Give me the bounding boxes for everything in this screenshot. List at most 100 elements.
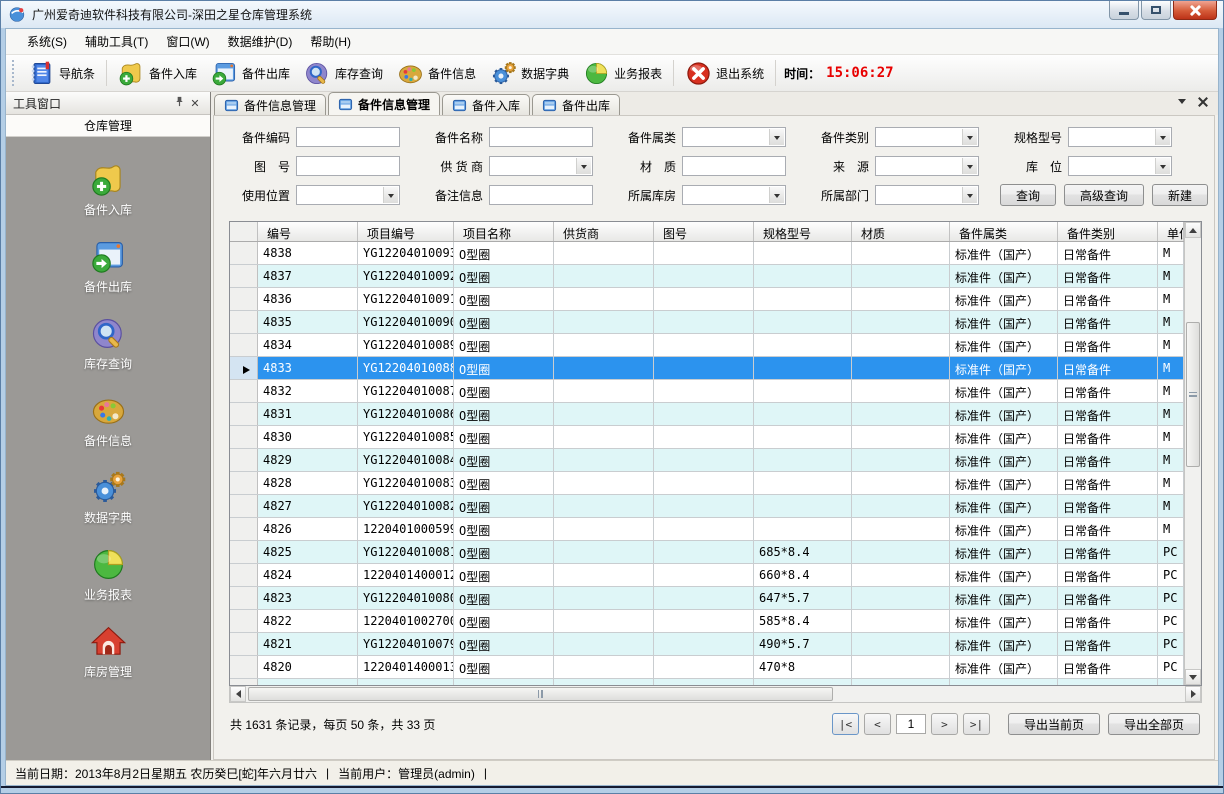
scroll-up-icon[interactable] — [1185, 222, 1201, 238]
search-select[interactable] — [682, 185, 786, 205]
advanced-query-button[interactable]: 高级查询 — [1064, 184, 1144, 206]
grid-header[interactable]: 编号项目编号项目名称供货商图号规格型号材质备件属类备件类别单位 — [230, 222, 1184, 242]
chevron-down-icon[interactable] — [962, 129, 977, 145]
chevron-down-icon[interactable] — [962, 158, 977, 174]
chevron-down-icon[interactable] — [1155, 158, 1170, 174]
menu-item[interactable]: 数据维护(D) — [219, 29, 302, 54]
column-header[interactable]: 备件类别 — [1058, 222, 1158, 241]
column-header[interactable]: 图号 — [654, 222, 754, 241]
export-current-page-button[interactable]: 导出当前页 — [1008, 713, 1100, 735]
next-page-button[interactable]: > — [931, 713, 958, 735]
column-header[interactable]: 项目编号 — [358, 222, 454, 241]
table-row[interactable]: 4825YG12204010081O型圈685*8.4标准件（国产）日常备件PC — [230, 541, 1184, 564]
toolbar-grip[interactable] — [12, 60, 16, 86]
table-row[interactable]: 48221220401002700O型圈585*8.4标准件（国产）日常备件PC — [230, 610, 1184, 633]
search-select[interactable] — [875, 127, 979, 147]
horizontal-scrollbar-thumb[interactable] — [248, 687, 833, 701]
chevron-down-icon[interactable] — [1155, 129, 1170, 145]
search-select[interactable] — [1068, 127, 1172, 147]
scroll-down-icon[interactable] — [1185, 669, 1201, 685]
tab-list-dropdown-icon[interactable] — [1178, 99, 1186, 108]
search-select[interactable] — [296, 185, 400, 205]
table-row[interactable]: 4830YG12204010085O型圈标准件（国产）日常备件M — [230, 426, 1184, 449]
table-row[interactable]: 4829YG12204010084O型圈标准件（国产）日常备件M — [230, 449, 1184, 472]
toolbar-button-parts-out[interactable]: 备件出库 — [204, 57, 297, 90]
vertical-scrollbar-thumb[interactable] — [1186, 322, 1200, 467]
sidebar-item-stock-query[interactable]: 库存查询 — [6, 305, 210, 382]
horizontal-scrollbar[interactable] — [229, 686, 1202, 703]
search-select[interactable] — [875, 185, 979, 205]
column-header[interactable]: 材质 — [852, 222, 950, 241]
menu-item[interactable]: 窗口(W) — [157, 29, 218, 54]
close-button[interactable] — [1173, 1, 1217, 20]
table-row[interactable]: 48201220401400013O型圈470*8标准件（国产）日常备件PC — [230, 656, 1184, 679]
chevron-down-icon[interactable] — [769, 129, 784, 145]
tab-备件出库[interactable]: 备件出库 — [532, 94, 620, 115]
menu-item[interactable]: 帮助(H) — [301, 29, 360, 54]
column-header[interactable]: 规格型号 — [754, 222, 852, 241]
table-row[interactable] — [230, 679, 1184, 685]
table-row[interactable]: 4821YG12204010079O型圈490*5.7标准件（国产）日常备件PC — [230, 633, 1184, 656]
toolbar-button-navbar[interactable]: 导航条 — [21, 57, 102, 90]
chevron-down-icon[interactable] — [576, 158, 591, 174]
sidebar-item-parts-in[interactable]: 备件入库 — [6, 151, 210, 228]
sidebar-group-title[interactable]: 仓库管理 — [6, 115, 210, 137]
page-number-input[interactable] — [896, 714, 926, 734]
sidebar-item-warehouse[interactable]: 库房管理 — [6, 613, 210, 690]
column-header[interactable]: 编号 — [258, 222, 358, 241]
toolbar-button-parts-in[interactable]: 备件入库 — [111, 57, 204, 90]
table-row[interactable]: 4831YG12204010086O型圈标准件（国产）日常备件M — [230, 403, 1184, 426]
query-button[interactable]: 查询 — [1000, 184, 1056, 206]
table-row[interactable]: 48261220401000599O型圈标准件（国产）日常备件M — [230, 518, 1184, 541]
export-all-pages-button[interactable]: 导出全部页 — [1108, 713, 1200, 735]
close-panel-icon[interactable]: ✕ — [187, 97, 203, 110]
maximize-button[interactable] — [1141, 1, 1171, 20]
toolbar-button-stock-query[interactable]: 库存查询 — [297, 57, 390, 90]
search-select[interactable] — [1068, 156, 1172, 176]
search-input[interactable] — [489, 185, 593, 205]
table-row[interactable]: 4838YG12204010093O型圈标准件（国产）日常备件M — [230, 242, 1184, 265]
scroll-left-icon[interactable] — [230, 686, 246, 702]
search-input[interactable] — [489, 127, 593, 147]
toolbar-button-data-dict[interactable]: 数据字典 — [483, 57, 576, 90]
last-page-button[interactable]: >| — [963, 713, 990, 735]
table-row[interactable]: 4835YG12204010090O型圈标准件（国产）日常备件M — [230, 311, 1184, 334]
tab-备件信息管理[interactable]: 备件信息管理 — [214, 94, 326, 115]
table-row[interactable]: 48241220401400012O型圈660*8.4标准件（国产）日常备件PC — [230, 564, 1184, 587]
new-button[interactable]: 新建 — [1152, 184, 1208, 206]
chevron-down-icon[interactable] — [769, 187, 784, 203]
scroll-right-icon[interactable] — [1185, 686, 1201, 702]
chevron-down-icon[interactable] — [962, 187, 977, 203]
vertical-scrollbar[interactable] — [1184, 222, 1201, 685]
search-select[interactable] — [875, 156, 979, 176]
column-header[interactable]: 项目名称 — [454, 222, 554, 241]
chevron-down-icon[interactable] — [383, 187, 398, 203]
table-row[interactable]: 4827YG12204010082O型圈标准件（国产）日常备件M — [230, 495, 1184, 518]
toolbar-button-report[interactable]: 业务报表 — [576, 57, 669, 90]
menu-item[interactable]: 辅助工具(T) — [76, 29, 157, 54]
minimize-button[interactable] — [1109, 1, 1139, 20]
table-row[interactable]: 4828YG12204010083O型圈标准件（国产）日常备件M — [230, 472, 1184, 495]
close-tab-icon[interactable] — [1198, 97, 1208, 107]
column-header[interactable]: 供货商 — [554, 222, 654, 241]
table-row[interactable]: 4834YG12204010089O型圈标准件（国产）日常备件M — [230, 334, 1184, 357]
title-bar[interactable]: 广州爱奇迪软件科技有限公司-深田之星仓库管理系统 — [1, 1, 1223, 28]
table-row[interactable]: 4833YG12204010088O型圈标准件（国产）日常备件M — [230, 357, 1184, 380]
table-row[interactable]: 4832YG12204010087O型圈标准件（国产）日常备件M — [230, 380, 1184, 403]
toolbar-button-parts-info[interactable]: 备件信息 — [390, 57, 483, 90]
search-input[interactable] — [296, 127, 400, 147]
sidebar-item-parts-out[interactable]: 备件出库 — [6, 228, 210, 305]
search-select[interactable] — [489, 156, 593, 176]
table-row[interactable]: 4837YG12204010092O型圈标准件（国产）日常备件M — [230, 265, 1184, 288]
menu-item[interactable]: 系统(S) — [18, 29, 76, 54]
table-row[interactable]: 4823YG12204010080O型圈647*5.7标准件（国产）日常备件PC — [230, 587, 1184, 610]
sidebar-item-parts-info[interactable]: 备件信息 — [6, 382, 210, 459]
column-header[interactable]: 单位 — [1158, 222, 1184, 241]
toolbar-button-exit[interactable]: 退出系统 — [678, 57, 771, 90]
sidebar-item-report[interactable]: 业务报表 — [6, 536, 210, 613]
search-select[interactable] — [682, 127, 786, 147]
table-row[interactable]: 4836YG12204010091O型圈标准件（国产）日常备件M — [230, 288, 1184, 311]
search-input[interactable] — [682, 156, 786, 176]
search-input[interactable] — [296, 156, 400, 176]
tab-备件信息管理[interactable]: 备件信息管理 — [328, 92, 440, 115]
